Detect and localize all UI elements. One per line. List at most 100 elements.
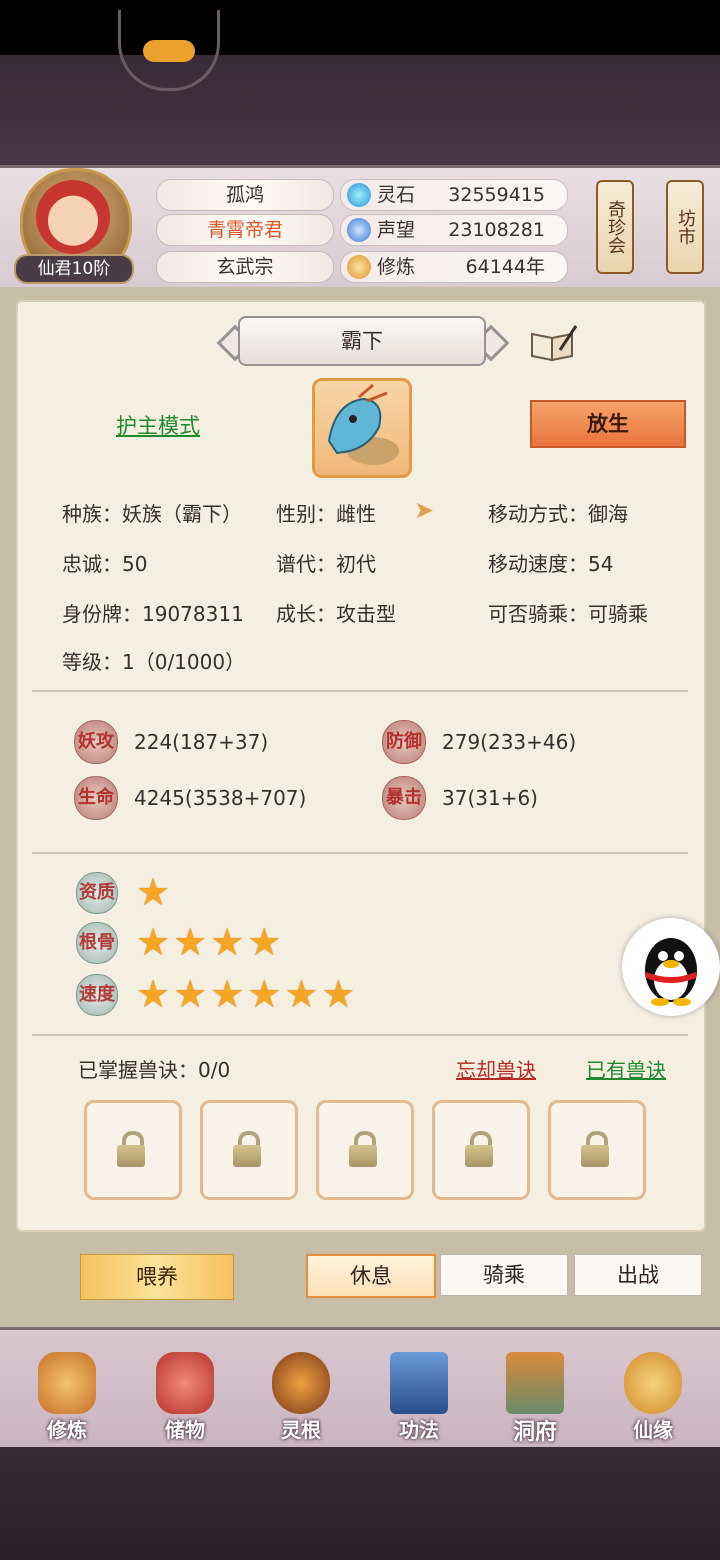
treasure-fair-button[interactable]: 奇珍会 [596,180,634,274]
bone-stars: ★★★★ [136,922,284,962]
resource-value: 23108281 [448,219,545,241]
star-icon: ★ [136,870,171,914]
attack-value: 224(187+37) [134,730,269,754]
scripture-book-icon [390,1352,448,1414]
lock-icon [465,1131,493,1167]
nav-cave-dwelling[interactable]: 洞府 [490,1352,580,1445]
star-icon: ★ [136,972,171,1016]
resource-prestige: 声望 23108281 [340,214,568,246]
top-banner [0,55,720,165]
defense-value: 279(233+46) [442,730,577,754]
nav-techniques[interactable]: 功法 [374,1352,464,1442]
spirit-root-icon [272,1352,330,1414]
palace-icon [506,1352,564,1414]
pet-portrait [312,378,412,478]
lock-icon [117,1131,145,1167]
info-growth: 成长：攻击型 [276,602,396,626]
resource-label: 灵石 [377,184,416,206]
bag-icon [156,1352,214,1414]
lock-icon [581,1131,609,1167]
info-move-type: 移动方式：御海 [488,502,628,526]
player-sect: 玄武宗 [156,251,334,283]
skill-slot[interactable] [200,1100,298,1200]
monk-icon [38,1352,96,1414]
nav-label: 洞府 [512,1420,557,1445]
nav-label: 功法 [399,1418,439,1442]
info-rideable: 可否骑乘：可骑乘 [488,602,648,626]
attack-badge: 妖攻 [74,720,118,764]
penguin-icon [645,938,697,1006]
star-icon: ★ [247,972,282,1016]
star-icon: ★ [136,920,171,964]
nav-label: 仙缘 [633,1418,673,1442]
star-icon: ★ [210,972,245,1016]
bone-badge: 根骨 [76,922,118,964]
pet-name-title: 霸下 [238,316,486,366]
mastered-skills: 已掌握兽诀：0/0 [78,1058,231,1082]
protect-mode-link[interactable]: 护主模式 [116,410,200,440]
speed-badge: 速度 [76,974,118,1016]
release-button[interactable]: 放生 [530,400,686,448]
cultivate-icon [347,255,371,279]
resource-spirit-stone: 灵石 32559415 [340,179,568,211]
book-quill-icon[interactable] [530,324,578,362]
market-button[interactable]: 坊市 [666,180,704,274]
resource-cultivation: 修炼 64144年 [340,251,568,283]
info-loyalty: 忠诚：50 [62,552,148,576]
info-move-speed: 移动速度：54 [488,552,614,576]
battle-button[interactable]: 出战 [574,1254,702,1296]
owned-skill-link[interactable]: 已有兽诀 [586,1054,666,1083]
bottom-bar [0,1447,720,1560]
divider [32,1034,688,1036]
nav-label: 修炼 [47,1418,87,1442]
qq-float-button[interactable] [622,918,720,1016]
resource-value: 32559415 [448,184,545,206]
status-area [0,0,720,55]
info-gender: 性别：雌性 [276,502,376,526]
star-icon: ★ [284,972,319,1016]
nav-storage[interactable]: 储物 [140,1352,230,1442]
player-name: 孤鸿 [156,179,334,211]
star-icon: ★ [210,920,245,964]
ride-button[interactable]: 骑乘 [440,1254,568,1296]
star-icon: ★ [247,920,282,964]
dragon-turtle-icon [327,383,399,465]
arrow-icon[interactable]: ➤ [414,496,444,524]
resource-label: 声望 [377,219,416,241]
info-generation: 谱代：初代 [276,552,376,576]
crit-value: 37(31+6) [442,786,538,810]
star-icon: ★ [173,972,208,1016]
aptitude-stars: ★ [136,872,173,912]
player-title: 青霄帝君 [156,214,334,246]
speed-stars: ★★★★★★ [136,974,358,1014]
info-id-tag: 身份牌：19078311 [62,602,244,626]
nav-label: 灵根 [281,1418,321,1442]
aptitude-badge: 资质 [76,872,118,914]
skill-slot[interactable] [84,1100,182,1200]
crit-badge: 暴击 [382,776,426,820]
gourd-icon [624,1352,682,1414]
skill-slot[interactable] [316,1100,414,1200]
lock-icon [349,1131,377,1167]
resource-label: 修炼 [377,256,416,278]
info-level: 等级：1（0/1000） [62,650,246,674]
skill-slot[interactable] [432,1100,530,1200]
divider [32,690,688,692]
rest-button[interactable]: 休息 [306,1254,436,1298]
life-value: 4245(3538+707) [134,786,307,810]
info-race: 种族：妖族（霸下） [62,502,242,526]
nav-label: 储物 [165,1418,205,1442]
player-rank: 仙君10阶 [14,254,134,284]
prestige-icon [347,218,371,242]
nav-spirit-root[interactable]: 灵根 [256,1352,346,1442]
life-badge: 生命 [74,776,118,820]
nav-fate[interactable]: 仙缘 [608,1352,698,1442]
lock-icon [233,1131,261,1167]
divider [32,852,688,854]
star-icon: ★ [173,920,208,964]
skill-slot[interactable] [548,1100,646,1200]
forget-skill-link[interactable]: 忘却兽诀 [456,1054,536,1083]
nav-cultivate[interactable]: 修炼 [22,1352,112,1442]
star-icon: ★ [321,972,356,1016]
feed-button[interactable]: 喂养 [80,1254,234,1300]
